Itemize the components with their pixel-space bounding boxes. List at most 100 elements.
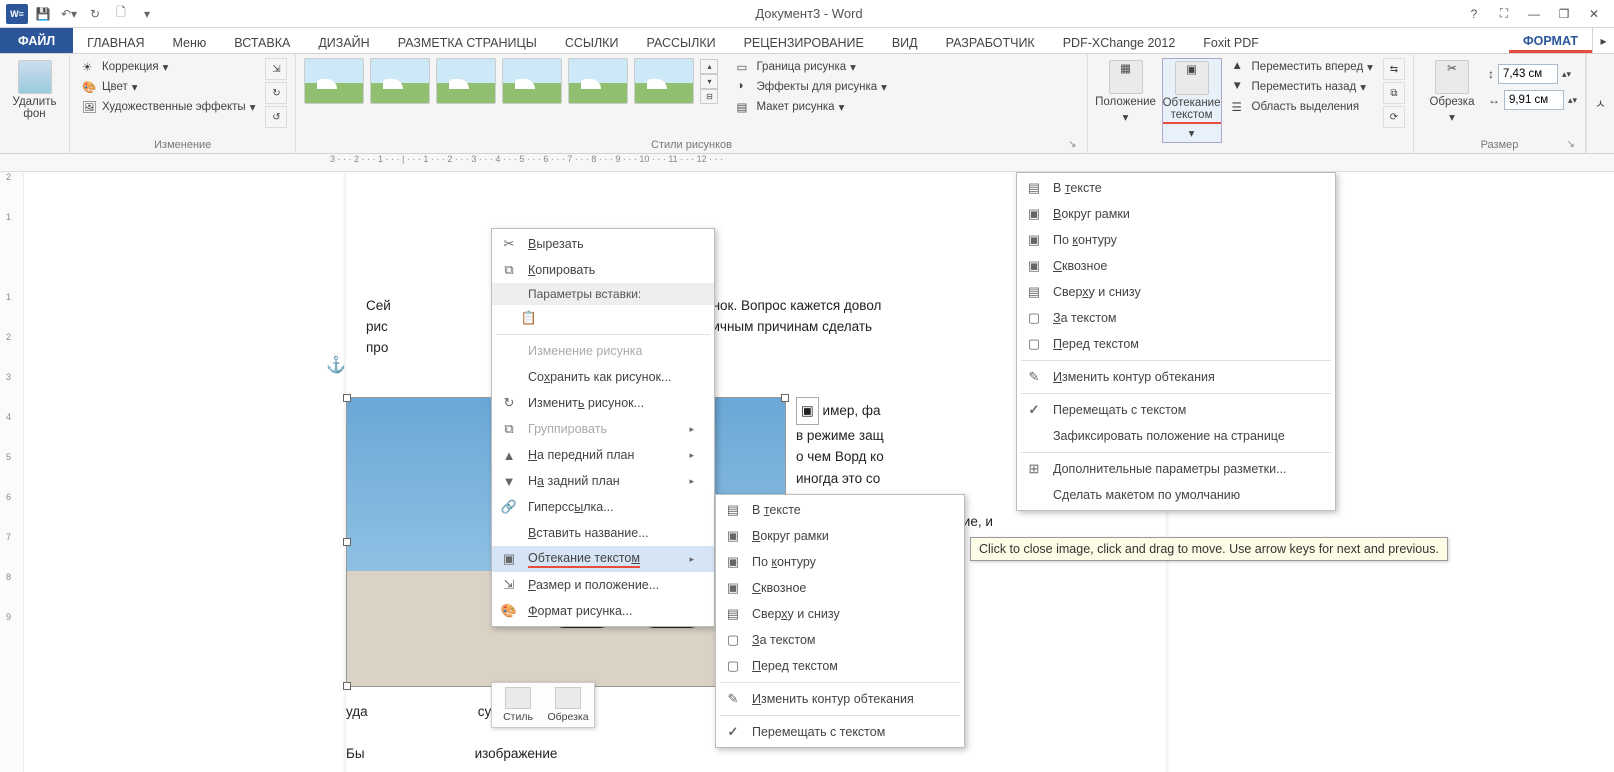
height-input[interactable]: ↕▴▾ [1488,64,1577,84]
tab-pdfxchange[interactable]: PDF-XChange 2012 [1049,28,1190,53]
wrap-topbottom[interactable]: ▤Сверху и снизу [1017,279,1335,305]
tab-overflow[interactable]: ▸ [1592,28,1614,53]
tab-insert[interactable]: ВСТАВКА [220,28,304,53]
sub-square[interactable]: ▣Вокруг рамки [716,523,964,549]
artistic-effects-button[interactable]: 🖼Художественные эффекты ▾ [78,98,259,116]
rotate-button[interactable]: ⟳ [1383,106,1405,128]
tab-view[interactable]: ВИД [878,28,932,53]
ctx-paste-option[interactable]: 📋 [492,305,714,331]
gallery-down[interactable]: ▾ [700,74,718,89]
sub-topbottom[interactable]: ▤Сверху и снизу [716,601,964,627]
ctx-send-back[interactable]: ▼На задний план▸ [492,468,714,494]
ctx-format-picture[interactable]: 🎨Формат рисунка... [492,598,714,624]
bring-forward-button[interactable]: ▲Переместить вперед ▾ [1228,58,1377,76]
wrap-through[interactable]: ▣Сквозное [1017,253,1335,279]
mini-crop-button[interactable]: Обрезка [546,687,590,723]
tab-foxit[interactable]: Foxit PDF [1189,28,1273,53]
color-button[interactable]: 🎨Цвет ▾ [78,78,259,96]
wrap-front[interactable]: ▢Перед текстом [1017,331,1335,357]
qat-customize[interactable]: ▾ [136,3,158,25]
reset-picture-button[interactable]: ↺ [265,106,287,128]
tab-review[interactable]: РЕЦЕНЗИРОВАНИЕ [730,28,878,53]
height-field[interactable] [1498,64,1558,84]
qat-undo[interactable]: ↶▾ [58,3,80,25]
change-picture-button[interactable]: ↻ [265,82,287,104]
wrap-square[interactable]: ▣Вокруг рамки [1017,201,1335,227]
ctx-cut[interactable]: ✂Вырезать [492,231,714,257]
picture-layout-button[interactable]: ▤Макет рисунка ▾ [732,98,890,116]
context-wrap-submenu: ▤В тексте ▣Вокруг рамки ▣По контуру ▣Скв… [715,494,965,748]
layout-options-icon[interactable]: ▣ [796,397,819,425]
minimize-button[interactable]: — [1520,3,1548,25]
ribbon-display-button[interactable]: ⛶ [1490,3,1518,25]
wrap-tight[interactable]: ▣По контуру [1017,227,1335,253]
vertical-ruler[interactable]: 21123456789 [0,172,24,772]
tab-references[interactable]: ССЫЛКИ [551,28,633,53]
style-thumb-5[interactable] [568,58,628,104]
picture-effects-button[interactable]: ◑Эффекты для рисунка ▾ [732,78,890,96]
sub-through[interactable]: ▣Сквозное [716,575,964,601]
picture-border-button[interactable]: ▭Граница рисунка ▾ [732,58,890,76]
tab-design[interactable]: ДИЗАЙН [304,28,383,53]
sub-move-with-text[interactable]: ✓Перемещать с текстом [716,719,964,745]
wrap-text-button[interactable]: ▣ Обтекание текстом▾ [1162,58,1222,143]
sub-inline[interactable]: ▤В тексте [716,497,964,523]
ctx-hyperlink[interactable]: 🔗Гиперссылка... [492,494,714,520]
overlay-tooltip: Click to close image, click and drag to … [970,537,1448,561]
qat-save[interactable]: 💾 [32,3,54,25]
close-button[interactable]: ✕ [1580,3,1608,25]
send-backward-button[interactable]: ▼Переместить назад ▾ [1228,78,1377,96]
tab-format[interactable]: ФОРМАТ [1509,28,1592,53]
qat-redo[interactable]: ↻ [84,3,106,25]
wrap-move-with-text[interactable]: ✓Перемещать с текстом [1017,397,1335,423]
wrap-more-options[interactable]: ⊞Дополнительные параметры разметки... [1017,456,1335,482]
group-button[interactable]: ⧉ [1383,82,1405,104]
position-button[interactable]: ▦ Положение▾ [1096,58,1156,126]
width-input[interactable]: ↔▴▾ [1488,90,1577,110]
align-button[interactable]: ⇆ [1383,58,1405,80]
tab-developer[interactable]: РАЗРАБОТЧИК [932,28,1049,53]
style-thumb-2[interactable] [370,58,430,104]
ctx-copy[interactable]: ⧉Копировать [492,257,714,283]
collapse-ribbon-button[interactable]: ㅅ [1586,54,1614,153]
style-thumb-1[interactable] [304,58,364,104]
restore-button[interactable]: ❐ [1550,3,1578,25]
ctx-wrap-text[interactable]: ▣Обтекание текстом▸ [492,546,714,572]
width-field[interactable] [1504,90,1564,110]
sub-front[interactable]: ▢Перед текстом [716,653,964,679]
remove-background-button[interactable]: Удалить фон [8,58,61,122]
tab-mailings[interactable]: РАССЫЛКИ [632,28,729,53]
sub-tight[interactable]: ▣По контуру [716,549,964,575]
styles-launcher[interactable]: ↘ [1068,139,1076,150]
ctx-save-as-picture[interactable]: Сохранить как рисунок... [492,364,714,390]
styles-gallery[interactable]: ▴ ▾ ⊟ [304,58,718,104]
wrap-behind[interactable]: ▢За текстом [1017,305,1335,331]
wrap-edit-points[interactable]: ✎Изменить контур обтекания [1017,364,1335,390]
wrap-fix-position[interactable]: Зафиксировать положение на странице [1017,423,1335,449]
tab-home[interactable]: ГЛАВНАЯ [73,28,158,53]
ctx-size-position[interactable]: ⇲Размер и положение... [492,572,714,598]
ctx-caption[interactable]: Вставить название... [492,520,714,546]
wrap-set-default[interactable]: Сделать макетом по умолчанию [1017,482,1335,508]
selection-pane-button[interactable]: ☰Область выделения [1228,98,1377,116]
crop-button[interactable]: ✂ Обрезка▾ [1422,58,1482,126]
tab-file[interactable]: ФАЙЛ [0,28,73,53]
sub-behind[interactable]: ▢За текстом [716,627,964,653]
sub-edit-points[interactable]: ✎Изменить контур обтекания [716,686,964,712]
ctx-change-image[interactable]: ↻Изменить рисунок... [492,390,714,416]
help-button[interactable]: ? [1460,3,1488,25]
compress-pictures-button[interactable]: ⇲ [265,58,287,80]
corrections-button[interactable]: ☀Коррекция ▾ [78,58,259,76]
size-launcher[interactable]: ↘ [1567,139,1575,150]
gallery-more[interactable]: ⊟ [700,89,718,104]
wrap-inline[interactable]: ▤В тексте [1017,175,1335,201]
qat-new[interactable]: 🗋 [110,3,132,25]
tab-menu[interactable]: Меню [158,28,220,53]
style-thumb-3[interactable] [436,58,496,104]
mini-style-button[interactable]: Стиль [496,687,540,723]
gallery-up[interactable]: ▴ [700,59,718,74]
ctx-bring-front[interactable]: ▲На передний план▸ [492,442,714,468]
style-thumb-4[interactable] [502,58,562,104]
style-thumb-6[interactable] [634,58,694,104]
tab-layout[interactable]: РАЗМЕТКА СТРАНИЦЫ [384,28,551,53]
